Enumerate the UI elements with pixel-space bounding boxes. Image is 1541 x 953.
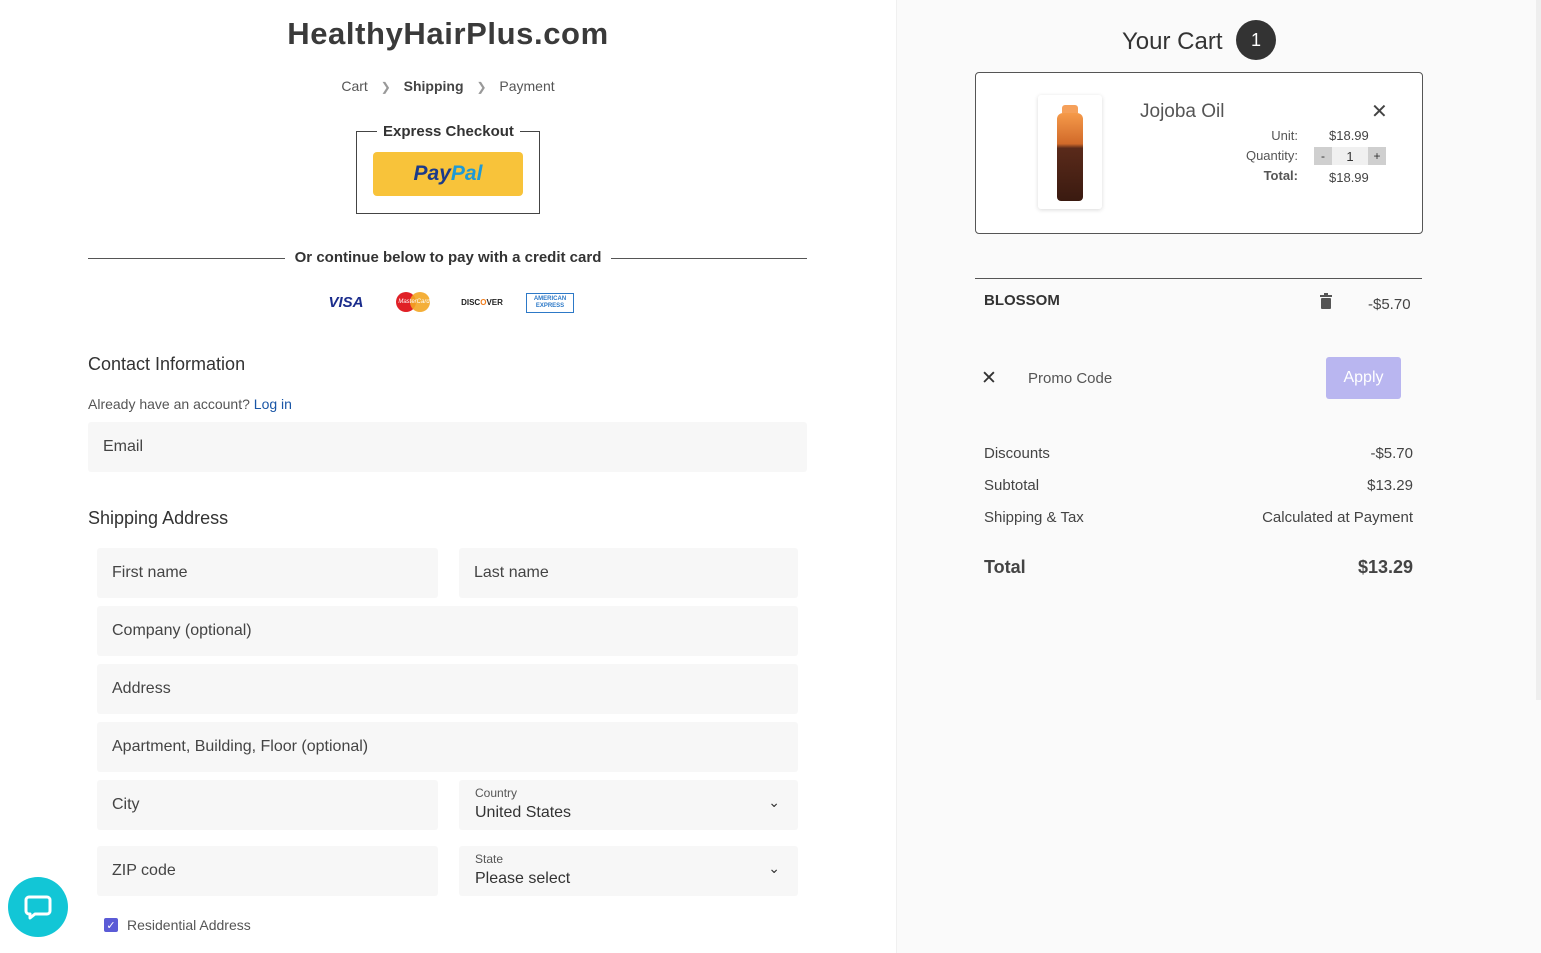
total-label: Total: (1263, 168, 1298, 183)
cart-item: Jojoba Oil ✕ Unit: $18.99 Quantity: - 1 … (975, 72, 1423, 234)
last-name-field[interactable]: Last name (459, 548, 798, 598)
scrollbar[interactable] (1536, 0, 1541, 700)
express-checkout-box: Express Checkout Pay Pal (356, 123, 540, 214)
shipping-address-title: Shipping Address (88, 508, 229, 528)
order-total-label: Total (984, 557, 1026, 577)
subtotal-label: Subtotal (984, 477, 1040, 494)
shipping-tax-value: Calculated at Payment (1262, 509, 1413, 526)
chat-button[interactable] (8, 877, 68, 937)
discover-icon: DISC O VER (461, 297, 503, 307)
divider-label: Or continue below to pay with a credit c… (0, 249, 896, 267)
promo-divider (975, 278, 1422, 279)
trash-icon[interactable] (1319, 293, 1333, 309)
quantity-decrease-button[interactable]: - (1314, 147, 1332, 165)
card-logos: VISA MasterCard DISC O VER AMERICAN EXPRES… (326, 290, 576, 314)
residential-checkbox[interactable]: ✓ (104, 918, 118, 932)
quantity-label: Quantity: (1245, 148, 1298, 163)
apartment-field[interactable]: Apartment, Building, Floor (optional) (97, 722, 798, 772)
contact-information-title: Contact Information (88, 354, 246, 374)
country-select[interactable]: Country United States ⌄ (459, 780, 798, 830)
brand-title[interactable]: HealthyHairPlus.com (0, 16, 896, 52)
login-link[interactable]: Log in (254, 396, 292, 412)
discounts-label: Discounts (984, 445, 1050, 462)
paypal-logo-pal: Pal (450, 162, 483, 185)
first-name-field[interactable]: First name (97, 548, 438, 598)
chat-bubble-icon (24, 895, 52, 920)
state-select[interactable]: State Please select ⌄ (459, 846, 798, 896)
breadcrumb-payment: Payment (499, 78, 555, 94)
order-total-value: $13.29 (1357, 557, 1413, 577)
company-field[interactable]: Company (optional) (97, 606, 798, 656)
mastercard-icon: MasterCard (396, 290, 432, 314)
product-name: Jojoba Oil (1140, 101, 1225, 122)
state-label: State (475, 852, 504, 866)
shipping-tax-label: Shipping & Tax (984, 509, 1084, 526)
address-field[interactable]: Address (97, 664, 798, 714)
checkout-form-panel: HealthyHairPlus.com Cart ❯ Shipping ❯ Pa… (0, 0, 896, 953)
account-question: Already have an account? (88, 396, 250, 412)
remove-item-icon[interactable]: ✕ (1371, 99, 1388, 124)
promo-code-input[interactable]: Promo Code (1028, 370, 1112, 387)
account-prompt: Already have an account? Log in (88, 396, 292, 412)
unit-value: $18.99 (1329, 128, 1369, 143)
paypal-logo-pay: Pay (413, 162, 451, 185)
unit-label: Unit: (1271, 128, 1298, 143)
country-label: Country (475, 786, 518, 800)
cart-count-badge: 1 (1236, 20, 1276, 60)
quantity-value[interactable]: 1 (1332, 147, 1368, 165)
quantity-increase-button[interactable]: + (1368, 147, 1386, 165)
clear-promo-icon[interactable]: ✕ (981, 367, 997, 390)
apply-button[interactable]: Apply (1326, 357, 1401, 399)
discounts-value: -$5.70 (1370, 445, 1413, 462)
express-checkout-label: Express Checkout (377, 123, 520, 140)
email-field[interactable]: Email (88, 422, 807, 472)
city-field[interactable]: City (97, 780, 438, 830)
chevron-down-icon: ⌄ (768, 794, 780, 810)
breadcrumb-shipping: Shipping (403, 78, 464, 94)
chevron-right-icon: ❯ (476, 80, 487, 94)
chevron-down-icon: ⌄ (768, 860, 780, 876)
breadcrumb-cart[interactable]: Cart (341, 78, 367, 94)
promo-amount: -$5.70 (1368, 296, 1411, 313)
subtotal-value: $13.29 (1367, 477, 1413, 494)
amex-icon: AMERICAN EXPRESS (526, 293, 574, 313)
residential-label: Residential Address (127, 917, 251, 933)
cart-title: Your Cart (1122, 28, 1223, 55)
item-total-value: $18.99 (1329, 170, 1369, 185)
product-image (1038, 95, 1102, 209)
country-value: United States (475, 804, 572, 821)
divider-text: Or continue below to pay with a credit c… (284, 249, 612, 266)
state-value: Please select (475, 870, 571, 887)
breadcrumb: Cart ❯ Shipping ❯ Payment (0, 78, 896, 94)
chevron-right-icon: ❯ (380, 80, 391, 94)
paypal-button[interactable]: Pay Pal (373, 152, 523, 196)
applied-promo-code: BLOSSOM (984, 292, 1060, 309)
zip-code-field[interactable]: ZIP code (97, 846, 438, 896)
visa-icon: VISA (328, 293, 364, 311)
residential-address-option[interactable]: ✓ Residential Address (104, 917, 251, 933)
